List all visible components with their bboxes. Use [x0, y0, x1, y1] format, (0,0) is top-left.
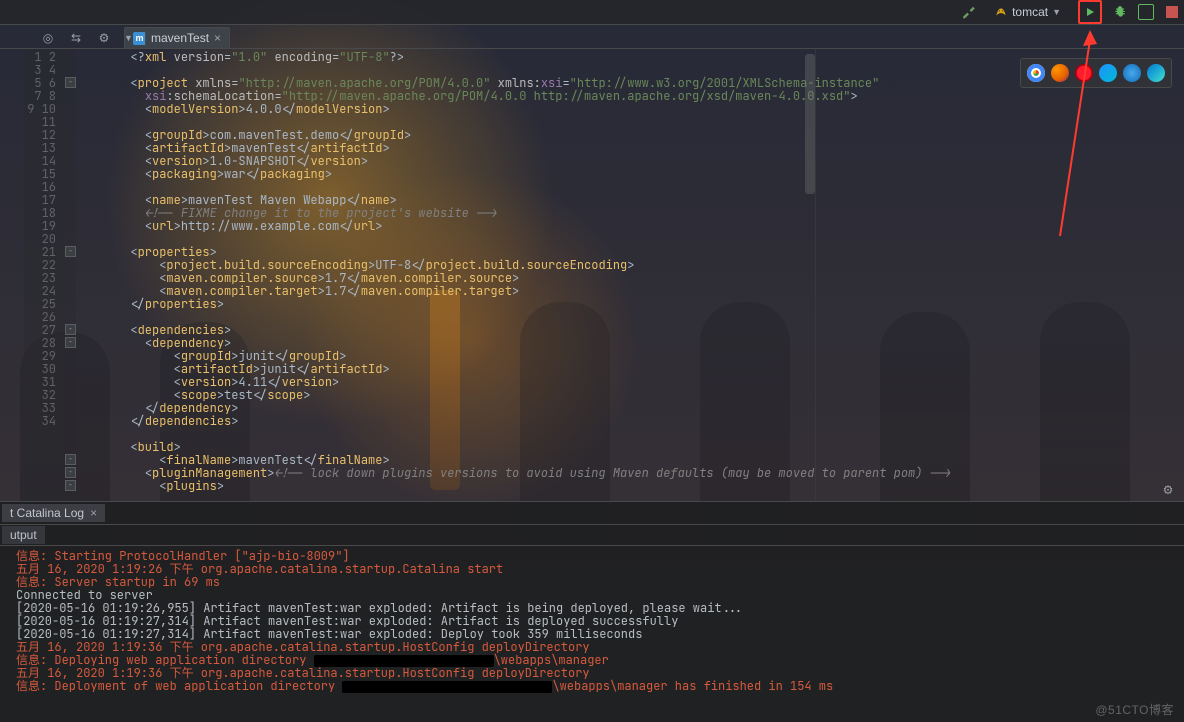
fold-column[interactable]: -------	[64, 49, 76, 502]
bottom-subtabs: utput	[0, 525, 1184, 546]
caret-down-icon: ▼	[1052, 7, 1061, 17]
stop-button[interactable]	[1164, 4, 1180, 20]
bottom-panel-tabs: t Catalina Log ×	[0, 502, 1184, 525]
panel-gear-icon[interactable]: ⚙	[1160, 482, 1176, 498]
editor-right-panel	[815, 48, 1184, 502]
editor-tabs: m mavenTest ×	[0, 26, 1184, 49]
tab-filename: mavenTest	[151, 31, 209, 45]
catalina-log-tab[interactable]: t Catalina Log ×	[2, 504, 105, 522]
top-toolbar: tomcat ▼	[0, 0, 1184, 25]
chrome-icon[interactable]	[1027, 64, 1045, 82]
stop-icon	[1166, 6, 1178, 18]
caret-down-icon[interactable]: ▼	[124, 33, 133, 43]
build-icon[interactable]	[961, 4, 977, 20]
output-subtab[interactable]: utput	[2, 526, 45, 544]
watermark: @51CTO博客	[1095, 701, 1174, 718]
firefox-icon[interactable]	[1051, 64, 1069, 82]
close-icon[interactable]: ×	[214, 31, 221, 45]
coverage-button[interactable]	[1138, 4, 1154, 20]
tab-label: t Catalina Log	[10, 506, 84, 520]
safari-icon[interactable]	[1099, 64, 1117, 82]
target-icon[interactable]: ◎	[40, 30, 56, 46]
settings-split-icon[interactable]: ⇆	[68, 30, 84, 46]
close-icon[interactable]: ×	[90, 506, 97, 520]
debug-button[interactable]	[1112, 4, 1128, 20]
run-config-name: tomcat	[1012, 5, 1048, 19]
edge-icon[interactable]	[1147, 64, 1165, 82]
play-icon	[1084, 6, 1096, 18]
ie-icon[interactable]	[1123, 64, 1141, 82]
opera-icon[interactable]	[1075, 64, 1093, 82]
run-config-selector[interactable]: tomcat ▼	[987, 4, 1068, 20]
console-output[interactable]: 信息: Starting ProtocolHandler ["ajp-bio-8…	[0, 546, 1184, 722]
browser-open-bar	[1020, 58, 1172, 88]
tomcat-icon	[994, 5, 1008, 19]
line-gutter: 1 2 3 4 5 6 7 8 9 10 11 12 13 14 15 16 1…	[24, 49, 64, 502]
run-button[interactable]	[1078, 0, 1102, 24]
gear-icon[interactable]: ⚙	[96, 30, 112, 46]
